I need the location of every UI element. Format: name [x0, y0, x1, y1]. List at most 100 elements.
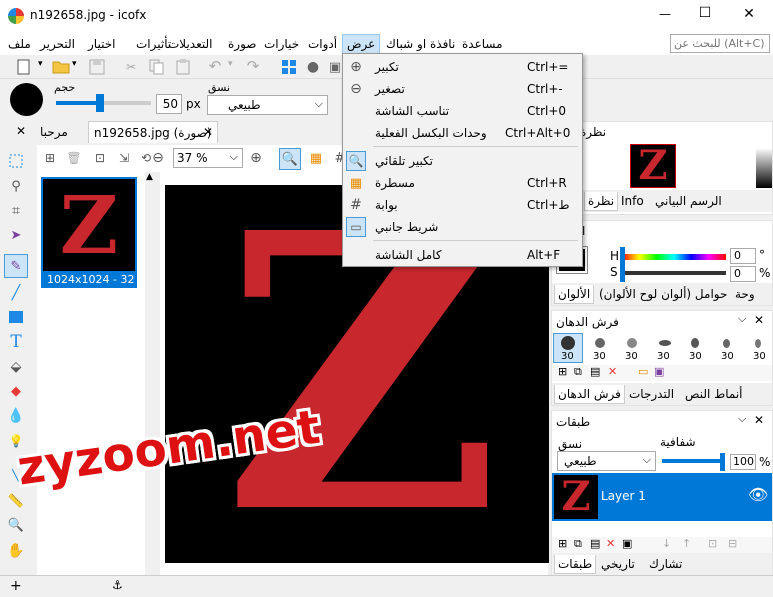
new-brush-icon[interactable]: ⊞ [558, 365, 567, 378]
save-brush-icon[interactable]: ▤ [590, 365, 600, 378]
menu-tools[interactable]: أدوات [304, 34, 341, 54]
tab-gradients[interactable]: التدرجات [626, 385, 677, 403]
view-menu-zoom-out[interactable]: ⊖ تصغير Ctrl+- [343, 78, 582, 100]
tab-histogram[interactable]: الرسم البياني [652, 192, 725, 210]
zoom-icon[interactable]: 🔍 [6, 515, 26, 535]
hue-slider-thumb[interactable] [620, 247, 625, 265]
layer-row[interactable]: Z Layer 1 👁 [552, 473, 772, 521]
brush-icon[interactable]: ✎ [4, 254, 28, 278]
hand-icon[interactable]: ✋ [6, 541, 26, 561]
undo-icon[interactable]: ↶ [206, 57, 224, 75]
maximize-button[interactable]: ☐ [690, 5, 720, 21]
scroll-up-icon[interactable]: ▲ [146, 172, 153, 182]
hue-slider[interactable] [622, 254, 726, 260]
brush-preset[interactable] [561, 336, 575, 350]
view-menu-ruler[interactable]: ▦ مسطرة Ctrl+R [343, 172, 582, 194]
menu-help[interactable]: مساعدة [458, 34, 507, 54]
close-icon[interactable]: ✕ [754, 313, 764, 327]
opacity-slider-thumb[interactable] [720, 453, 725, 471]
menu-edit[interactable]: التحرير [36, 34, 79, 54]
layer-blend-select[interactable]: طبيعي ⌵ [557, 451, 656, 471]
primary-color-swatch[interactable] [10, 83, 43, 116]
saturation-slider[interactable] [622, 271, 726, 275]
tab-navigator[interactable]: نظرة [584, 192, 619, 211]
move-icon[interactable]: ➤ [6, 225, 26, 245]
zoom-out-icon[interactable]: ⊖ [149, 149, 167, 167]
chevron-down-icon[interactable]: ▾ [38, 59, 43, 69]
s-input[interactable]: 0 [730, 266, 756, 282]
add-icon[interactable]: + [10, 578, 22, 594]
rectangle-icon[interactable] [6, 307, 26, 327]
delete-layer-icon[interactable]: ✕ [606, 537, 615, 550]
new-layer-icon[interactable]: ⊞ [558, 537, 567, 550]
tab-info[interactable]: Info [618, 192, 647, 210]
eraser-icon[interactable]: ◆ [6, 381, 26, 401]
tab-swatches[interactable]: حوامل (ألوان لوح الألوان) [596, 285, 730, 303]
save-set-icon[interactable]: ▣ [654, 365, 664, 378]
menu-adjustments[interactable]: التعديلات [164, 34, 217, 54]
menu-window[interactable]: نافذة او شباك [382, 34, 459, 54]
paste-icon[interactable] [174, 58, 192, 76]
redo-icon[interactable]: ↷ [244, 57, 262, 75]
menu-view[interactable]: عرض [342, 34, 381, 55]
close-tab-icon[interactable]: ✕ [203, 125, 213, 139]
tab-layers[interactable]: طبقات [554, 555, 597, 574]
text-icon[interactable]: T [6, 332, 26, 352]
add-mask-icon[interactable]: ⊡ [708, 537, 717, 550]
move-up-icon[interactable]: ↑ [682, 537, 691, 550]
line-icon[interactable]: ╱ [6, 283, 26, 303]
cut-icon[interactable]: ✂ [122, 58, 140, 76]
tab-brushes[interactable]: فرش الدهان [554, 385, 625, 404]
size-slider-thumb[interactable] [96, 94, 104, 112]
layer-properties-icon[interactable]: ▣ [622, 537, 632, 550]
menu-select[interactable]: اختيار [84, 34, 119, 54]
list-scrollbar[interactable]: ▲ [145, 172, 157, 575]
minimize-button[interactable]: — [650, 7, 680, 21]
menu-options[interactable]: خيارات [260, 34, 303, 54]
magic-wand-icon[interactable]: ⚲ [6, 176, 26, 196]
search-input[interactable] [670, 34, 770, 53]
crop-icon[interactable]: ⌗ [6, 201, 26, 221]
anchor-icon[interactable]: ⚓ [112, 578, 123, 592]
eye-icon[interactable]: 👁 [748, 485, 768, 504]
view-menu-zoom-in[interactable]: ⊕ تكبير Ctrl+= [343, 56, 582, 78]
tab-palette[interactable]: وحة [732, 285, 758, 303]
move-down-icon[interactable]: ↓ [662, 537, 671, 550]
brush-preset[interactable] [755, 339, 761, 348]
windows-icon[interactable] [280, 58, 298, 76]
marquee-select-icon[interactable] [6, 151, 26, 171]
apple-icon[interactable]: ● [304, 58, 322, 76]
folder-icon[interactable]: ▭ [638, 365, 648, 378]
size-input[interactable]: 50 [156, 94, 182, 114]
close-all-icon[interactable]: ✕ [16, 124, 26, 138]
h-input[interactable]: 0 [730, 248, 756, 264]
copy-icon[interactable] [148, 58, 166, 76]
menu-file[interactable]: ملف [4, 34, 35, 54]
size-slider[interactable] [56, 94, 151, 112]
delete-brush-icon[interactable]: ✕ [608, 365, 617, 378]
opacity-slider[interactable] [662, 459, 724, 463]
delete-image-icon[interactable]: 🗑 [65, 149, 83, 167]
tab-history[interactable]: تاريخي [598, 555, 638, 573]
merge-layer-icon[interactable]: ▤ [590, 537, 600, 550]
blend-mode-select[interactable]: طبيعي ⌵ [207, 95, 328, 115]
brush-preset[interactable] [659, 340, 671, 346]
brush-preset[interactable] [627, 338, 637, 348]
tab-text-styles[interactable]: أنماط النص [682, 385, 746, 403]
brush-preset[interactable] [595, 338, 605, 348]
copy-brush-icon[interactable]: ⧉ [574, 365, 582, 379]
chevron-down-icon[interactable]: ⌵ [738, 312, 746, 326]
export-icon[interactable]: ⇲ [115, 149, 133, 167]
close-icon[interactable]: ✕ [754, 413, 764, 427]
menu-image[interactable]: صورة [224, 34, 260, 54]
open-folder-icon[interactable] [52, 58, 70, 76]
blur-drop-icon[interactable]: 💧 [6, 406, 26, 426]
view-menu-sidebar[interactable]: ▭ شريط جانبي [343, 216, 582, 238]
tab-colors[interactable]: الألوان [554, 285, 595, 304]
view-menu-auto-zoom[interactable]: 🔍 تكبير تلقائي [343, 150, 582, 172]
view-menu-fit-screen[interactable]: تناسب الشاشة Ctrl+0 [343, 100, 582, 122]
opacity-input[interactable]: 100 [730, 454, 756, 470]
duplicate-layer-icon[interactable]: ⧉ [574, 537, 582, 551]
fill-bucket-icon[interactable]: ⬙ [6, 357, 26, 377]
tab-welcome[interactable]: مرحبا [40, 125, 68, 139]
